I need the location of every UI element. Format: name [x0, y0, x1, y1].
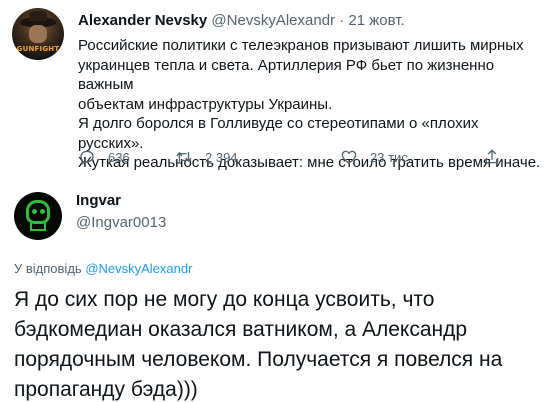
avatar-eye-shape — [32, 209, 37, 214]
share-button[interactable] — [483, 148, 501, 166]
avatar-jaw-shape — [30, 223, 46, 231]
avatar-face-shape — [29, 25, 47, 43]
avatar-skull-shape — [26, 200, 50, 224]
like-button[interactable]: 23 тис. — [340, 148, 411, 166]
avatar-eye-shape — [40, 209, 45, 214]
retweet-count: 2 394 — [205, 149, 238, 165]
reply-icon — [80, 150, 94, 165]
reply-text: Я до сих пор не могу до конца усвоить, ч… — [14, 288, 503, 401]
reply-to-prefix: У відповідь — [14, 261, 82, 276]
tweet-date[interactable]: 21 жовт. — [348, 12, 404, 29]
share-icon — [485, 149, 499, 164]
reply-header: Ingvar @Ingvar0013 — [76, 192, 166, 231]
heart-icon — [341, 150, 357, 164]
author-handle[interactable]: @NevskyAlexandr — [211, 12, 335, 29]
avatar-logo-text: GUNFIGHT — [16, 45, 60, 53]
retweet-button[interactable]: 2 394 — [175, 148, 238, 166]
reply-author-name[interactable]: Ingvar — [76, 192, 166, 209]
reply-count: 636 — [108, 149, 130, 165]
reply-author-handle[interactable]: @Ingvar0013 — [76, 214, 166, 231]
reply-author-avatar[interactable] — [14, 192, 62, 240]
replying-to: У відповідь @NevskyAlexandr — [14, 261, 192, 276]
tweet-header: Alexander Nevsky @NevskyAlexandr · 21 жо… — [78, 12, 405, 29]
like-count: 23 тис. — [370, 149, 412, 165]
reply-to-mention-link[interactable]: @NevskyAlexandr — [85, 261, 192, 276]
tweet-text-line: объектам инфраструктуры Украины. — [78, 95, 333, 113]
avatar-hat-crown-shape — [29, 11, 47, 21]
retweet-icon — [176, 151, 192, 163]
author-name[interactable]: Alexander Nevsky — [78, 12, 207, 29]
author-avatar[interactable]: GUNFIGHT — [12, 8, 64, 60]
reply-button[interactable]: 636 — [78, 148, 130, 166]
tweet-text-line: украинцев тепла и света. Артиллерия РФ б… — [78, 56, 495, 94]
tweet-actions: 636 2 394 23 тис. — [78, 148, 508, 168]
header-separator: · — [339, 12, 345, 29]
tweet-text-line: Российские политики с телеэкранов призыв… — [78, 37, 524, 54]
